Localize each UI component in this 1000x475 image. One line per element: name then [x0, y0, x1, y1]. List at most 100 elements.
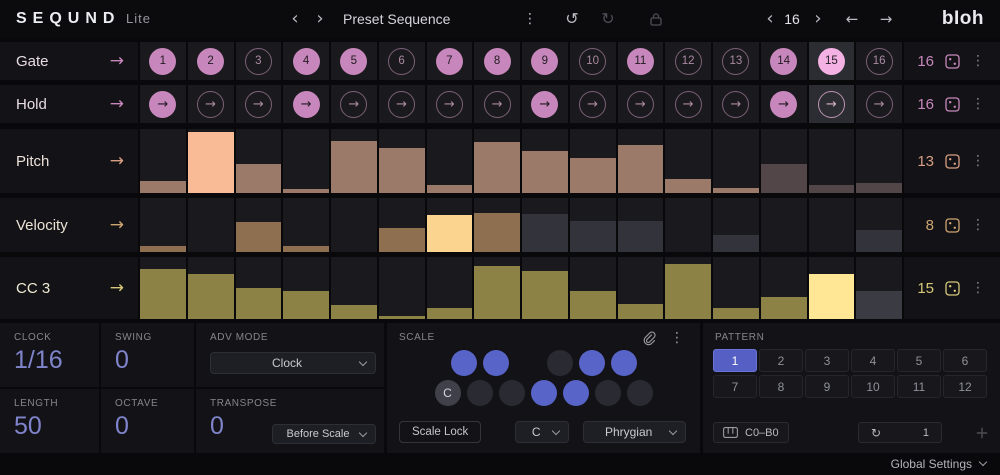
- pattern-repeat-control[interactable]: ↻ 1: [858, 422, 942, 443]
- pitch-step-7[interactable]: [427, 129, 473, 193]
- preset-next-button[interactable]: ›: [308, 0, 332, 38]
- pitch-step-2[interactable]: [188, 129, 234, 193]
- velocity-step-12[interactable]: [665, 198, 711, 252]
- cc3-step-4[interactable]: [283, 257, 329, 319]
- cc3-step-10[interactable]: [570, 257, 616, 319]
- undo-button[interactable]: ↺: [560, 0, 584, 38]
- gate-step-13[interactable]: 13: [713, 42, 759, 80]
- cc3-step-3[interactable]: [236, 257, 282, 319]
- octave-value[interactable]: 0: [115, 412, 194, 441]
- redo-button[interactable]: ↻: [596, 0, 620, 38]
- scale-note-G[interactable]: [563, 380, 589, 406]
- preset-name[interactable]: Preset Sequence: [343, 0, 450, 38]
- pattern-slot-5[interactable]: 5: [897, 349, 941, 372]
- link-icon[interactable]: [641, 331, 656, 346]
- pattern-slot-8[interactable]: 8: [759, 375, 803, 398]
- gate-step-3[interactable]: 3: [236, 42, 282, 80]
- velocity-step-8[interactable]: [474, 198, 520, 252]
- scale-note-B[interactable]: [627, 380, 653, 406]
- cc3-step-7[interactable]: [427, 257, 473, 319]
- velocity-step-5[interactable]: [331, 198, 377, 252]
- hold-step-9[interactable]: →: [522, 85, 568, 123]
- pitch-step-4[interactable]: [283, 129, 329, 193]
- pattern-slot-3[interactable]: 3: [805, 349, 849, 372]
- hold-step-7[interactable]: →: [427, 85, 473, 123]
- cc3-advance-arrow[interactable]: →: [110, 278, 124, 298]
- cc3-step-14[interactable]: [761, 257, 807, 319]
- hold-step-6[interactable]: →: [379, 85, 425, 123]
- velocity-step-15[interactable]: [809, 198, 855, 252]
- pitch-advance-arrow[interactable]: →: [110, 151, 124, 171]
- cc3-step-12[interactable]: [665, 257, 711, 319]
- gate-step-14[interactable]: 14: [761, 42, 807, 80]
- transpose-mode-dropdown[interactable]: Before Scale: [272, 424, 376, 444]
- pattern-slot-12[interactable]: 12: [943, 375, 987, 398]
- hold-step-5[interactable]: →: [331, 85, 377, 123]
- pitch-step-6[interactable]: [379, 129, 425, 193]
- pitch-step-13[interactable]: [713, 129, 759, 193]
- hold-menu-button[interactable]: ⋮: [971, 96, 985, 112]
- move-icon[interactable]: [976, 427, 988, 439]
- gate-menu-button[interactable]: ⋮: [971, 53, 985, 69]
- hold-step-1[interactable]: →: [140, 85, 186, 123]
- scale-note-E[interactable]: [499, 380, 525, 406]
- hold-step-16[interactable]: →: [856, 85, 902, 123]
- velocity-step-1[interactable]: [140, 198, 186, 252]
- hold-step-11[interactable]: →: [618, 85, 664, 123]
- pitch-step-3[interactable]: [236, 129, 282, 193]
- pitch-menu-button[interactable]: ⋮: [971, 153, 985, 169]
- pitch-step-10[interactable]: [570, 129, 616, 193]
- scale-note-C[interactable]: C: [435, 380, 461, 406]
- scale-root-dropdown[interactable]: C: [515, 421, 569, 443]
- shift-left-button[interactable]: ←: [840, 0, 864, 38]
- preset-menu-button[interactable]: ⋮: [518, 0, 542, 38]
- pitch-step-count[interactable]: 13: [910, 153, 934, 170]
- pitch-step-5[interactable]: [331, 129, 377, 193]
- hold-step-3[interactable]: →: [236, 85, 282, 123]
- hold-advance-arrow[interactable]: →: [110, 94, 124, 114]
- velocity-randomize-icon[interactable]: [945, 218, 960, 233]
- scale-lock-button[interactable]: Scale Lock: [399, 421, 481, 443]
- velocity-advance-arrow[interactable]: →: [110, 215, 124, 235]
- velocity-step-9[interactable]: [522, 198, 568, 252]
- velocity-step-11[interactable]: [618, 198, 664, 252]
- gate-step-8[interactable]: 8: [474, 42, 520, 80]
- velocity-step-count[interactable]: 8: [910, 217, 934, 234]
- velocity-menu-button[interactable]: ⋮: [971, 217, 985, 233]
- gate-step-1[interactable]: 1: [140, 42, 186, 80]
- pitch-randomize-icon[interactable]: [945, 154, 960, 169]
- cc3-step-15[interactable]: [809, 257, 855, 319]
- pattern-slot-1[interactable]: 1: [713, 349, 757, 372]
- scale-note-A[interactable]: [595, 380, 621, 406]
- scale-note-Gsharp[interactable]: [579, 350, 605, 376]
- velocity-step-16[interactable]: [856, 198, 902, 252]
- hold-randomize-icon[interactable]: [945, 97, 960, 112]
- adv-mode-dropdown[interactable]: Clock: [210, 352, 376, 374]
- velocity-step-10[interactable]: [570, 198, 616, 252]
- global-settings-button[interactable]: Global Settings: [891, 453, 986, 475]
- gate-step-6[interactable]: 6: [379, 42, 425, 80]
- velocity-step-2[interactable]: [188, 198, 234, 252]
- page-next-button[interactable]: ›: [806, 0, 830, 38]
- gate-step-2[interactable]: 2: [188, 42, 234, 80]
- velocity-step-3[interactable]: [236, 198, 282, 252]
- velocity-step-6[interactable]: [379, 198, 425, 252]
- gate-step-count[interactable]: 16: [910, 53, 934, 70]
- cc3-step-1[interactable]: [140, 257, 186, 319]
- gate-step-7[interactable]: 7: [427, 42, 473, 80]
- pitch-step-14[interactable]: [761, 129, 807, 193]
- cc3-step-11[interactable]: [618, 257, 664, 319]
- pattern-slot-11[interactable]: 11: [897, 375, 941, 398]
- clock-value[interactable]: 1/16: [14, 346, 99, 375]
- scale-note-F[interactable]: [531, 380, 557, 406]
- gate-step-5[interactable]: 5: [331, 42, 377, 80]
- pitch-step-8[interactable]: [474, 129, 520, 193]
- gate-step-11[interactable]: 11: [618, 42, 664, 80]
- pitch-step-12[interactable]: [665, 129, 711, 193]
- velocity-step-7[interactable]: [427, 198, 473, 252]
- scale-menu-button[interactable]: ⋮: [670, 330, 684, 346]
- hold-step-4[interactable]: →: [283, 85, 329, 123]
- velocity-step-14[interactable]: [761, 198, 807, 252]
- cc3-step-9[interactable]: [522, 257, 568, 319]
- pitch-step-16[interactable]: [856, 129, 902, 193]
